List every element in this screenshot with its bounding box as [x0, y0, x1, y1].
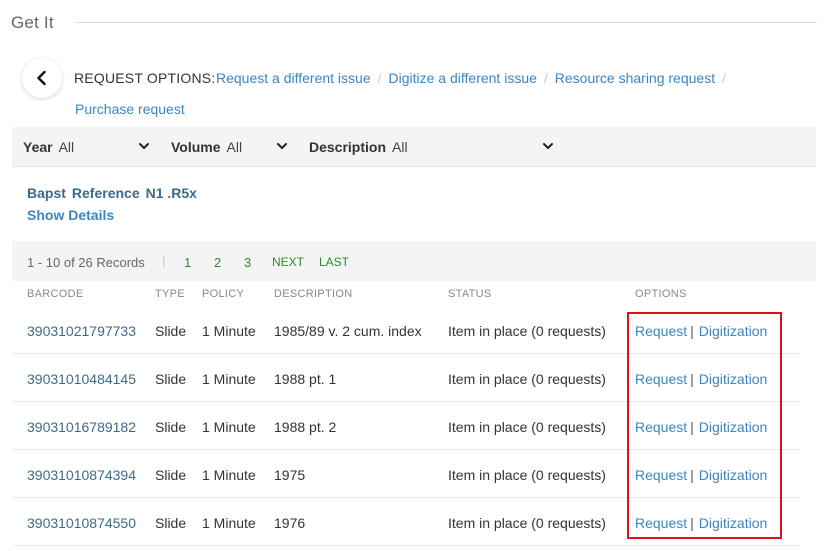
item-status: Item in place (0 requests): [448, 419, 606, 435]
title-divider: [75, 22, 817, 23]
description-filter-label: Description: [309, 139, 387, 155]
item-type: Slide: [155, 419, 187, 435]
item-policy: 1 Minute: [202, 323, 256, 339]
request-link[interactable]: Request: [635, 323, 687, 339]
item-description: 1985/89 v. 2 cum. index: [274, 323, 422, 339]
item-policy: 1 Minute: [202, 371, 256, 387]
column-header-type: TYPE: [155, 288, 185, 300]
volume-filter-value: All: [226, 139, 243, 155]
pagination: 1 - 10 of 26 Records | 1 2 3 NEXT LAST: [12, 241, 816, 281]
digitization-link[interactable]: Digitization: [699, 515, 767, 531]
last-page-link[interactable]: LAST: [319, 255, 349, 269]
pagination-divider: |: [162, 253, 166, 268]
column-header-options: OPTIONS: [635, 288, 687, 300]
item-options: Request | Digitization: [635, 515, 767, 531]
item-status: Item in place (0 requests): [448, 323, 606, 339]
location-line: Bapst Reference N1 .R5x: [27, 185, 203, 201]
item-policy: 1 Minute: [202, 419, 256, 435]
column-header-description: DESCRIPTION: [274, 288, 353, 300]
table-row: 39031010874394 Slide 1 Minute 1975 Item …: [12, 450, 800, 498]
item-type: Slide: [155, 515, 187, 531]
request-link[interactable]: Request: [635, 515, 687, 531]
option-separator: |: [690, 515, 694, 531]
filter-bar: Year All Volume All Description All: [12, 127, 816, 167]
next-page-link[interactable]: NEXT: [272, 255, 304, 269]
volume-filter[interactable]: Volume All: [171, 139, 242, 155]
request-different-issue-link[interactable]: Request a different issue: [216, 70, 371, 86]
item-description: 1976: [274, 515, 306, 531]
chevron-down-icon[interactable]: [276, 140, 288, 152]
resource-sharing-request-link[interactable]: Resource sharing request: [555, 70, 715, 86]
column-header-status: STATUS: [448, 288, 492, 300]
item-description: 1988 pt. 2: [274, 419, 337, 435]
collection-name: Reference: [71, 185, 140, 201]
purchase-request-link[interactable]: Purchase request: [75, 101, 185, 117]
holdings-panel: Year All Volume All Description All Bapst Re…: [12, 127, 816, 551]
digitize-different-issue-link[interactable]: Digitize a different issue: [389, 70, 537, 86]
request-link[interactable]: Request: [635, 371, 687, 387]
record-count: 1 - 10 of 26 Records: [27, 255, 145, 270]
item-options: Request | Digitization: [635, 419, 767, 435]
item-type: Slide: [155, 467, 187, 483]
item-options: Request | Digitization: [635, 371, 767, 387]
chevron-left-icon: [37, 70, 46, 86]
item-description: 1988 pt. 1: [274, 371, 337, 387]
back-button[interactable]: [22, 58, 62, 98]
section-title: Get It: [11, 13, 54, 32]
item-status: Item in place (0 requests): [448, 467, 606, 483]
table-row: 39031021797733 Slide 1 Minute 1985/89 v.…: [12, 306, 800, 354]
column-header-barcode: BARCODE: [27, 288, 84, 300]
page-3-link[interactable]: 3: [244, 255, 251, 270]
barcode-link[interactable]: 39031010874394: [27, 467, 136, 483]
link-separator: /: [543, 70, 548, 86]
chevron-down-icon[interactable]: [138, 140, 150, 152]
option-separator: |: [690, 371, 694, 387]
item-status: Item in place (0 requests): [448, 371, 606, 387]
option-separator: |: [690, 467, 694, 483]
column-header-policy: POLICY: [202, 288, 245, 300]
year-filter-value: All: [58, 139, 75, 155]
year-filter-label: Year: [23, 139, 53, 155]
option-separator: |: [690, 323, 694, 339]
request-link[interactable]: Request: [635, 419, 687, 435]
digitization-link[interactable]: Digitization: [699, 371, 767, 387]
table-row: 39031016789182 Slide 1 Minute 1988 pt. 2…: [12, 402, 800, 450]
library-name: Bapst: [27, 185, 66, 201]
digitization-link[interactable]: Digitization: [699, 323, 767, 339]
item-status: Item in place (0 requests): [448, 515, 606, 531]
link-separator: /: [722, 70, 726, 86]
barcode-link[interactable]: 39031010484145: [27, 371, 136, 387]
description-filter[interactable]: Description All: [309, 139, 408, 155]
show-details-link[interactable]: Show Details: [27, 207, 114, 223]
table-row: 39031010484145 Slide 1 Minute 1988 pt. 1…: [12, 354, 800, 402]
description-filter-value: All: [392, 139, 408, 155]
items-table: BARCODE TYPE POLICY DESCRIPTION STATUS O…: [12, 281, 816, 551]
link-separator: /: [377, 70, 382, 86]
digitization-link[interactable]: Digitization: [699, 467, 767, 483]
year-filter[interactable]: Year All: [23, 139, 74, 155]
item-type: Slide: [155, 371, 187, 387]
request-options-label: REQUEST OPTIONS:: [74, 70, 216, 86]
item-options: Request | Digitization: [635, 323, 767, 339]
barcode-link[interactable]: 39031021797733: [27, 323, 136, 339]
request-link[interactable]: Request: [635, 467, 687, 483]
chevron-down-icon[interactable]: [542, 140, 554, 152]
call-number: N1 .R5x: [145, 185, 197, 201]
item-type: Slide: [155, 323, 187, 339]
page-1-link[interactable]: 1: [184, 255, 191, 270]
barcode-link[interactable]: 39031016789182: [27, 419, 136, 435]
barcode-link[interactable]: 39031010874550: [27, 515, 136, 531]
option-separator: |: [690, 419, 694, 435]
digitization-link[interactable]: Digitization: [699, 419, 767, 435]
page-2-link[interactable]: 2: [214, 255, 221, 270]
item-policy: 1 Minute: [202, 467, 256, 483]
item-options: Request | Digitization: [635, 467, 767, 483]
request-options-links: Request a different issue / Digitize a dif…: [216, 70, 733, 86]
table-row: 39031010874550 Slide 1 Minute 1976 Item …: [12, 498, 800, 546]
volume-filter-label: Volume: [171, 139, 221, 155]
location-info: Bapst Reference N1 .R5x Show Details: [12, 167, 816, 241]
item-policy: 1 Minute: [202, 515, 256, 531]
item-description: 1975: [274, 467, 306, 483]
